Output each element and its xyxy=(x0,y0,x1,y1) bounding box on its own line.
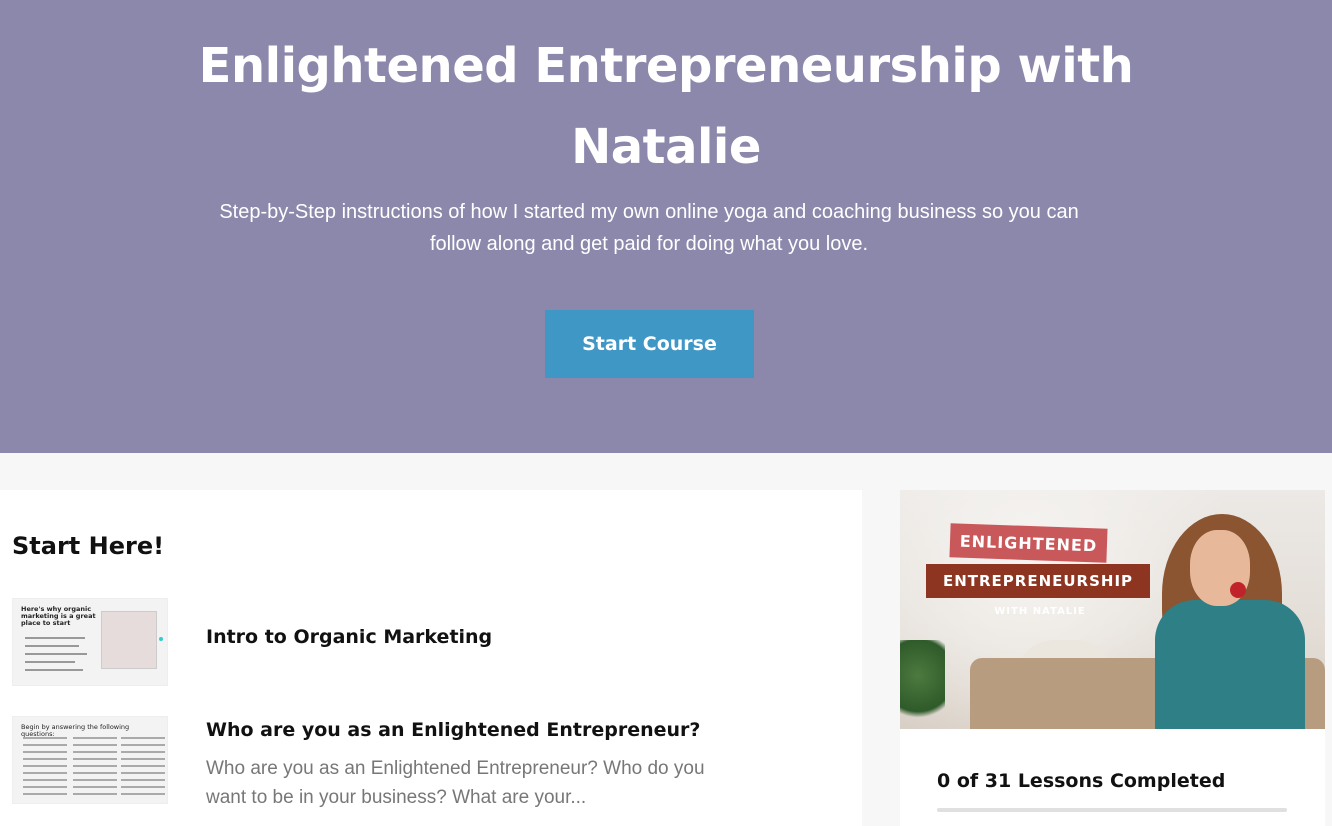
thumbnail-text: Begin by answering the following questio… xyxy=(21,723,130,738)
section-title: Start Here! xyxy=(12,532,165,560)
course-image: ENLIGHTENED ENTREPRENEURSHIP WITH NATALI… xyxy=(900,490,1325,729)
thumbnail-text: Here's why organic marketing is a great … xyxy=(21,605,96,627)
hero-banner: Enlightened Entrepreneurship with Natali… xyxy=(0,0,1332,453)
lesson-thumbnail[interactable]: Here's why organic marketing is a great … xyxy=(12,598,168,686)
image-tag-line-1: ENLIGHTENED xyxy=(949,523,1108,563)
image-tag-line-3: WITH NATALIE xyxy=(994,606,1086,617)
image-tag-line-2: ENTREPRENEURSHIP xyxy=(926,564,1150,598)
lesson-title[interactable]: Intro to Organic Marketing xyxy=(206,626,492,648)
course-title: Enlightened Entrepreneurship with Natali… xyxy=(198,38,1134,175)
thumbnail-image xyxy=(101,611,157,669)
lesson-title[interactable]: Who are you as an Enlightened Entreprene… xyxy=(206,719,700,741)
plant-illustration xyxy=(900,640,945,729)
course-subtitle: Step-by-Step instructions of how I start… xyxy=(219,201,1079,255)
lesson-thumbnail[interactable]: Begin by answering the following questio… xyxy=(12,716,168,804)
progress-bar xyxy=(937,808,1287,812)
start-course-button[interactable]: Start Course xyxy=(545,310,754,378)
progress-text: 0 of 31 Lessons Completed xyxy=(937,770,1226,792)
rose-illustration xyxy=(1230,582,1246,598)
lesson-description: Who are you as an Enlightened Entreprene… xyxy=(206,758,705,808)
